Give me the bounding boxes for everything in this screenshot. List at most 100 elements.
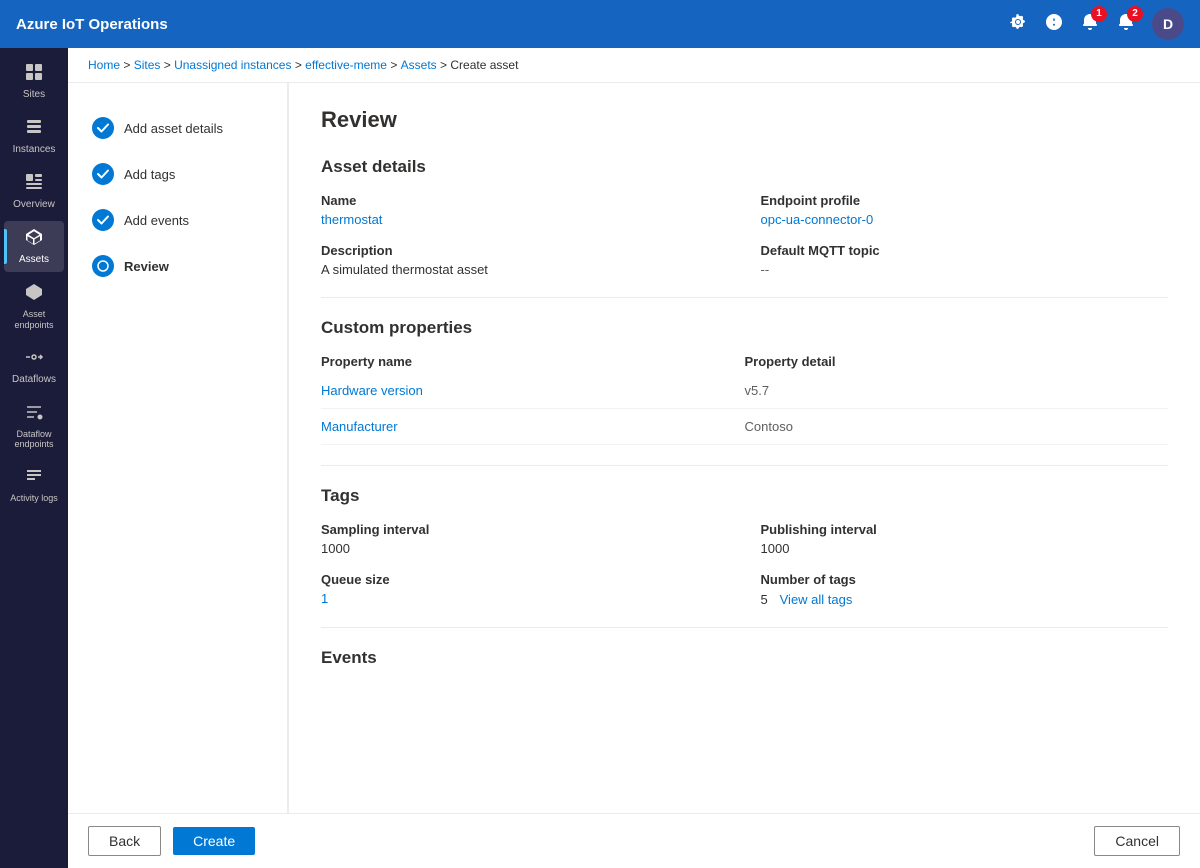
activity-logs-label: Activity logs — [10, 493, 58, 504]
instances-label: Instances — [13, 144, 56, 156]
endpoint-profile-label: Endpoint profile — [761, 193, 1169, 208]
publishing-interval-cell: Publishing interval 1000 — [761, 522, 1169, 556]
divider-1 — [321, 297, 1168, 298]
notification2-icon[interactable]: 2 — [1116, 12, 1136, 37]
step-icon-add-asset-details — [92, 117, 114, 139]
user-avatar[interactable]: D — [1152, 8, 1184, 40]
asset-details-grid: Name thermostat Endpoint profile opc-ua-… — [321, 193, 1168, 277]
overview-icon — [24, 172, 44, 197]
step-add-asset-details[interactable]: Add asset details — [84, 107, 271, 149]
step-review[interactable]: Review — [84, 245, 271, 287]
step-add-tags[interactable]: Add tags — [84, 153, 271, 195]
mqtt-topic-value: -- — [761, 262, 1169, 277]
step-label-add-asset-details: Add asset details — [124, 121, 223, 136]
asset-endpoints-icon — [24, 282, 44, 307]
sampling-interval-label: Sampling interval — [321, 522, 729, 537]
sidebar-item-activity-logs[interactable]: Activity logs — [4, 460, 64, 510]
breadcrumb-assets[interactable]: Assets — [401, 58, 437, 72]
sidebar-item-instances[interactable]: Instances — [4, 111, 64, 162]
sidebar: Sites Instances Overview Assets Asset en… — [0, 48, 68, 868]
back-button[interactable]: Back — [88, 826, 161, 856]
assets-icon — [24, 227, 44, 252]
breadcrumb-effective-meme[interactable]: effective-meme — [305, 58, 387, 72]
sidebar-item-sites[interactable]: Sites — [4, 56, 64, 107]
top-navigation: Azure IoT Operations 1 2 D — [0, 0, 1200, 48]
nav-icons: 1 2 D — [1008, 8, 1184, 40]
sidebar-item-dataflow-endpoints[interactable]: Dataflow endpoints — [4, 396, 64, 457]
step-label-add-events: Add events — [124, 213, 189, 228]
breadcrumb-home[interactable]: Home — [88, 58, 120, 72]
property-name-header: Property name — [321, 354, 745, 369]
queue-size-value: 1 — [321, 591, 729, 606]
create-button[interactable]: Create — [173, 827, 255, 855]
scroll-spacer — [321, 684, 1168, 724]
mqtt-topic-cell: Default MQTT topic -- — [761, 243, 1169, 277]
app-title: Azure IoT Operations — [16, 16, 996, 33]
sampling-interval-value: 1000 — [321, 541, 729, 556]
sidebar-item-assets[interactable]: Assets — [4, 221, 64, 272]
custom-properties-header: Property name Property detail — [321, 354, 1168, 373]
endpoint-profile-cell: Endpoint profile opc-ua-connector-0 — [761, 193, 1169, 227]
dataflows-icon — [24, 347, 44, 372]
step-icon-add-tags — [92, 163, 114, 185]
number-of-tags-value-row: 5 View all tags — [761, 591, 1169, 607]
breadcrumb: Home > Sites > Unassigned instances > ef… — [68, 48, 1200, 83]
breadcrumb-sites[interactable]: Sites — [134, 58, 161, 72]
overview-label: Overview — [13, 199, 55, 211]
step-icon-review — [92, 255, 114, 277]
property-value-1: Contoso — [745, 419, 1169, 434]
instances-icon — [24, 117, 44, 142]
help-icon[interactable] — [1044, 12, 1064, 37]
divider-2 — [321, 465, 1168, 466]
notification1-icon[interactable]: 1 — [1080, 12, 1100, 37]
name-cell: Name thermostat — [321, 193, 729, 227]
step-label-review: Review — [124, 259, 169, 274]
number-of-tags-cell: Number of tags 5 View all tags — [761, 572, 1169, 607]
notification1-badge: 1 — [1091, 6, 1107, 22]
mqtt-topic-label: Default MQTT topic — [761, 243, 1169, 258]
step-add-events[interactable]: Add events — [84, 199, 271, 241]
review-panel: Review Asset details Name thermostat End… — [288, 83, 1200, 813]
name-value: thermostat — [321, 212, 729, 227]
divider-3 — [321, 627, 1168, 628]
description-label: Description — [321, 243, 729, 258]
step-label-add-tags: Add tags — [124, 167, 175, 182]
sites-icon — [24, 62, 44, 87]
activity-logs-icon — [24, 466, 44, 491]
property-detail-header: Property detail — [745, 354, 1169, 369]
sidebar-item-asset-endpoints[interactable]: Asset endpoints — [4, 276, 64, 337]
review-title: Review — [321, 107, 1168, 133]
dataflow-endpoints-label: Dataflow endpoints — [8, 429, 60, 451]
publishing-interval-value: 1000 — [761, 541, 1169, 556]
number-of-tags-count: 5 — [761, 592, 768, 607]
settings-icon[interactable] — [1008, 12, 1028, 37]
tags-section-title: Tags — [321, 486, 1168, 506]
breadcrumb-current: Create asset — [450, 58, 518, 72]
custom-properties-section-title: Custom properties — [321, 318, 1168, 338]
sidebar-item-overview[interactable]: Overview — [4, 166, 64, 217]
steps-panel: Add asset details Add tags Add events — [68, 83, 288, 813]
asset-details-section-title: Asset details — [321, 157, 1168, 177]
cancel-button[interactable]: Cancel — [1094, 826, 1180, 856]
main-area: Home > Sites > Unassigned instances > ef… — [68, 48, 1200, 868]
dataflow-endpoints-icon — [24, 402, 44, 427]
property-row-1: Manufacturer Contoso — [321, 409, 1168, 445]
assets-label: Assets — [19, 254, 49, 266]
description-value: A simulated thermostat asset — [321, 262, 729, 277]
asset-endpoints-label: Asset endpoints — [8, 309, 60, 331]
breadcrumb-unassigned[interactable]: Unassigned instances — [174, 58, 291, 72]
events-section-title: Events — [321, 648, 1168, 668]
footer-bar: Back Create Cancel — [68, 813, 1200, 868]
name-label: Name — [321, 193, 729, 208]
property-name-1: Manufacturer — [321, 419, 745, 434]
property-value-0: v5.7 — [745, 383, 1169, 398]
publishing-interval-label: Publishing interval — [761, 522, 1169, 537]
property-name-0: Hardware version — [321, 383, 745, 398]
view-all-tags-link[interactable]: View all tags — [780, 592, 853, 607]
description-cell: Description A simulated thermostat asset — [321, 243, 729, 277]
dataflows-label: Dataflows — [12, 374, 56, 386]
queue-size-label: Queue size — [321, 572, 729, 587]
tags-grid: Sampling interval 1000 Publishing interv… — [321, 522, 1168, 607]
step-icon-add-events — [92, 209, 114, 231]
sidebar-item-dataflows[interactable]: Dataflows — [4, 341, 64, 392]
